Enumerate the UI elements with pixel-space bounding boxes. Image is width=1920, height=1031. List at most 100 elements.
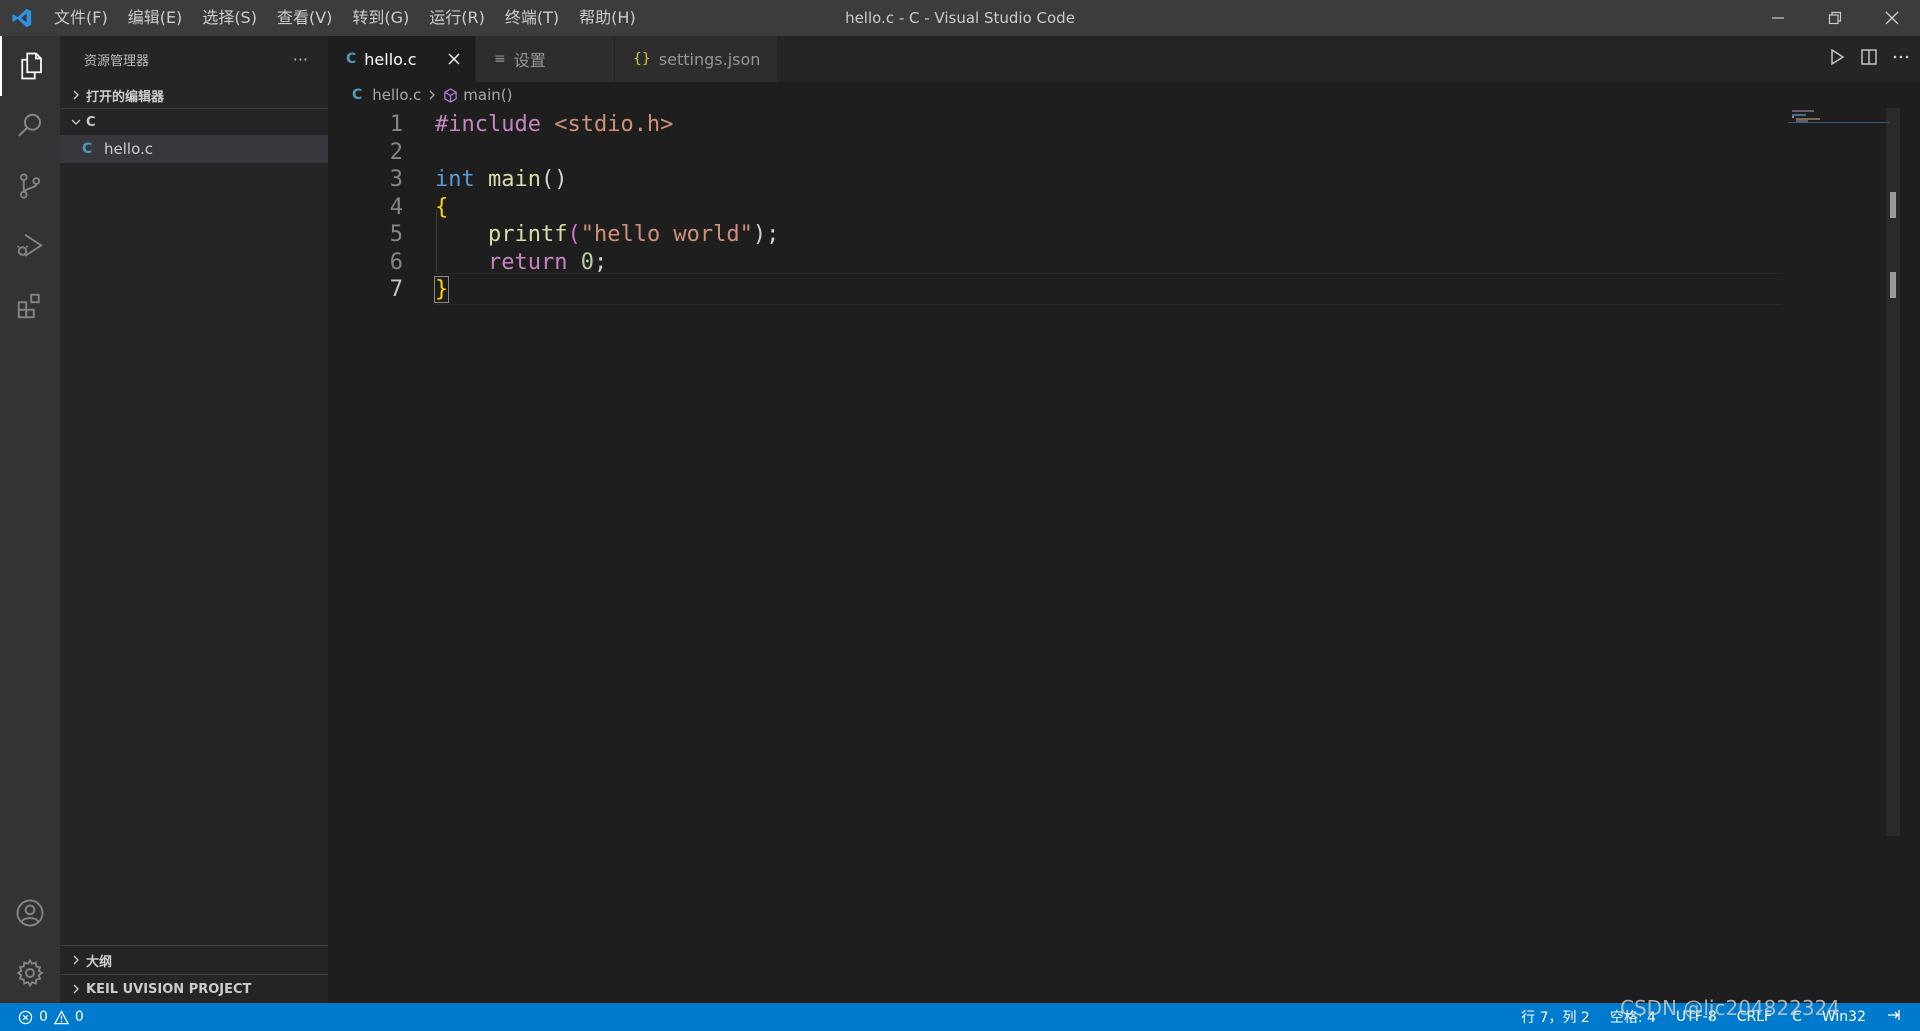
explorer-title: 资源管理器 bbox=[84, 53, 150, 69]
split-editor-icon bbox=[1861, 49, 1877, 65]
editor-actions bbox=[1828, 36, 1910, 82]
more-actions-button[interactable]: ··· bbox=[293, 50, 308, 69]
minimap[interactable] bbox=[1788, 108, 1890, 148]
error-icon bbox=[18, 1010, 33, 1024]
feedback-button[interactable] bbox=[1886, 1007, 1902, 1027]
file-name: hello.c bbox=[104, 140, 153, 158]
close-window-button[interactable] bbox=[1863, 0, 1920, 36]
sidebar-bottom-panels: 大纲 KEIL UVISION PROJECT bbox=[60, 945, 328, 1003]
tab-settings[interactable]: ≡ 设置 bbox=[476, 36, 615, 82]
token-parens: () bbox=[540, 167, 568, 192]
keil-project-section[interactable]: KEIL UVISION PROJECT bbox=[60, 975, 328, 1003]
menu-run[interactable]: 运行(R) bbox=[419, 0, 495, 36]
tab-settings-json[interactable]: {} settings.json bbox=[615, 36, 778, 82]
close-icon bbox=[1885, 11, 1898, 25]
problems-indicator[interactable]: 0 0 bbox=[0, 1009, 84, 1025]
token-punct: ; bbox=[593, 249, 608, 275]
token-string: "hello world" bbox=[580, 222, 753, 247]
scrollbar-marker bbox=[1890, 272, 1896, 298]
menu-file[interactable]: 文件(F) bbox=[44, 0, 118, 36]
explorer-sidebar: 资源管理器 ··· 打开的编辑器 C C hello.c 大纲 KEIL UVI… bbox=[60, 36, 328, 1003]
c-file-icon: C bbox=[346, 51, 357, 67]
c-file-icon: C bbox=[82, 141, 93, 157]
extensions-button[interactable] bbox=[0, 276, 60, 336]
menu-terminal[interactable]: 终端(T) bbox=[495, 0, 569, 36]
activity-bar bbox=[0, 36, 60, 1003]
token-directive: #include bbox=[435, 112, 541, 137]
json-file-icon: {} bbox=[633, 51, 651, 67]
cursor-position[interactable]: 行 7，列 2 bbox=[1521, 1007, 1590, 1027]
run-file-button[interactable] bbox=[1828, 48, 1846, 70]
editor-more-button[interactable] bbox=[1892, 48, 1910, 70]
code-editor[interactable]: 1 #include <stdio.h> 2 3 int main() 4 { … bbox=[328, 108, 1900, 1003]
split-editor-button[interactable] bbox=[1860, 48, 1878, 70]
code-line-current: 7 } bbox=[328, 273, 1788, 307]
tab-hello-c[interactable]: C hello.c bbox=[328, 36, 476, 82]
extensions-icon bbox=[17, 293, 40, 319]
settings-file-icon: ≡ bbox=[494, 51, 506, 67]
token-punct: ); bbox=[752, 222, 780, 247]
explorer-button[interactable] bbox=[0, 36, 60, 96]
keil-project-label: KEIL UVISION PROJECT bbox=[86, 981, 252, 997]
file-item-hello-c[interactable]: C hello.c bbox=[60, 135, 328, 163]
breadcrumb-file[interactable]: hello.c bbox=[372, 86, 421, 104]
current-line-highlight bbox=[434, 273, 1782, 305]
token-keyword: return bbox=[487, 249, 568, 275]
chevron-right-icon bbox=[66, 89, 86, 101]
tab-close-button[interactable] bbox=[447, 49, 461, 69]
play-icon bbox=[1831, 48, 1845, 66]
warning-count: 0 bbox=[74, 1009, 84, 1025]
editor-tabs: C hello.c ≡ 设置 {} settings.json bbox=[328, 36, 1920, 82]
menu-edit[interactable]: 编辑(E) bbox=[118, 0, 193, 36]
manage-button[interactable] bbox=[0, 943, 60, 1003]
breadcrumb-symbol[interactable]: main() bbox=[463, 86, 512, 104]
account-icon bbox=[16, 899, 44, 927]
folder-label: C bbox=[86, 114, 96, 130]
search-view-button[interactable] bbox=[0, 96, 60, 156]
menu-help[interactable]: 帮助(H) bbox=[569, 0, 646, 36]
tab-label: hello.c bbox=[364, 49, 417, 69]
warning-icon bbox=[53, 1009, 69, 1024]
outline-section[interactable]: 大纲 bbox=[60, 946, 328, 974]
window-controls bbox=[1749, 0, 1920, 36]
open-editors-section[interactable]: 打开的编辑器 bbox=[60, 82, 328, 108]
open-editors-label: 打开的编辑器 bbox=[86, 89, 165, 105]
run-debug-button[interactable] bbox=[0, 216, 60, 276]
menu-go[interactable]: 转到(G) bbox=[342, 0, 419, 36]
token-paren: ( bbox=[567, 222, 581, 247]
more-icon bbox=[1893, 55, 1909, 59]
accounts-button[interactable] bbox=[0, 883, 60, 943]
token-function: main bbox=[488, 167, 541, 192]
restore-icon bbox=[1828, 11, 1841, 25]
minimize-button[interactable] bbox=[1749, 0, 1806, 36]
outline-label: 大纲 bbox=[86, 954, 113, 970]
scrollbar-marker bbox=[1890, 192, 1896, 218]
chevron-down-icon bbox=[66, 116, 86, 128]
gear-icon bbox=[16, 958, 44, 988]
files-icon bbox=[21, 52, 42, 80]
token-header: <stdio.h> bbox=[554, 112, 674, 137]
source-control-button[interactable] bbox=[0, 156, 60, 216]
c-file-icon: C bbox=[352, 87, 363, 103]
token-type: int bbox=[435, 167, 475, 192]
restore-button[interactable] bbox=[1806, 0, 1863, 36]
error-count: 0 bbox=[39, 1009, 48, 1025]
feedback-icon bbox=[1888, 1010, 1900, 1020]
vscode-logo-icon bbox=[0, 0, 44, 36]
menu-view[interactable]: 查看(V) bbox=[267, 0, 342, 36]
tab-label: settings.json bbox=[658, 49, 761, 69]
title-bar: 文件(F) 编辑(E) 选择(S) 查看(V) 转到(G) 运行(R) 终端(T… bbox=[0, 0, 1920, 36]
tab-label: 设置 bbox=[513, 51, 546, 70]
cube-icon bbox=[443, 87, 458, 103]
indent-guide bbox=[436, 210, 437, 272]
source-control-icon bbox=[19, 173, 41, 199]
close-icon bbox=[448, 53, 460, 65]
explorer-header: 资源管理器 ··· bbox=[60, 36, 328, 82]
menu-selection[interactable]: 选择(S) bbox=[192, 0, 267, 36]
search-icon bbox=[18, 113, 41, 137]
token-function: printf bbox=[487, 222, 568, 247]
folder-section[interactable]: C bbox=[60, 109, 328, 135]
line-number: 7 bbox=[389, 277, 403, 302]
